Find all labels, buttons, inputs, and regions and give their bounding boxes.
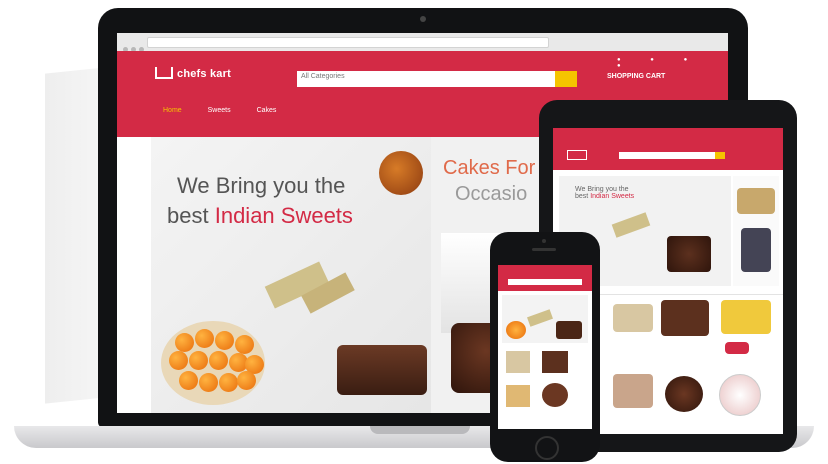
tablet-banner-text: We Bring you the best Indian Sweets [575,186,634,200]
tablet-cake-image [667,236,711,272]
tablet-banner-line2: best Indian Sweets [575,193,634,200]
phone-product-image[interactable] [506,385,530,407]
nav-cakes[interactable]: Cakes [257,107,277,114]
tablet-product-image[interactable] [613,304,653,332]
tablet-cupcake-image[interactable] [737,188,775,214]
search-category-select[interactable]: All Categories [301,73,345,80]
tablet-header [553,128,783,170]
tablet-product-image[interactable] [665,376,703,412]
ladoo-image [237,371,256,390]
site-logo[interactable]: chefs kart [155,67,231,80]
hero-line2-prefix: best [167,203,209,228]
hero2-title: Cakes For [443,157,536,179]
brownie-image [337,345,427,395]
shopping-cart-link[interactable]: SHOPPING CART [607,73,665,80]
ladoo-image [235,335,254,354]
logo-text: chefs kart [177,68,231,80]
ladoo-image [209,351,228,370]
tablet-product-image[interactable] [721,300,771,334]
phone-product-image[interactable] [542,351,568,373]
cart-logo-icon [155,67,173,79]
ladoo-image [199,373,218,392]
tablet-search-button[interactable] [715,152,725,159]
hero-headline-line1: We Bring you the [177,173,346,198]
hero-line2-highlight: Indian Sweets [214,203,353,228]
tablet-banner-prefix: best [575,193,589,200]
phone-camera [542,239,546,243]
hero-headline-line2: best Indian Sweets [167,203,353,229]
tablet-logo-icon[interactable] [567,150,587,160]
main-nav: Home Sweets Cakes [163,107,300,114]
browser-toolbar [117,33,728,52]
phone-brownie-image [556,321,582,339]
phone-speaker [532,248,556,251]
tablet-figure-cake-image[interactable] [741,228,771,272]
nav-home[interactable]: Home [163,107,182,114]
tablet-banner-line1: We Bring you the [575,186,629,193]
phone-home-button[interactable] [535,436,559,460]
ladoo-image [215,331,234,350]
ladoo-image [179,371,198,390]
phone-screen [498,265,592,429]
phone-ladoo-image [506,321,526,339]
phone-product-image[interactable] [506,351,530,373]
phone-product-image[interactable] [542,383,568,407]
tablet-product-image[interactable] [719,374,761,416]
tablet-add-button[interactable] [725,342,749,354]
laptop-camera [420,16,426,22]
gulab-jamun-image [379,151,423,195]
phone-search-input[interactable] [508,279,582,285]
tablet-product-image[interactable] [661,300,709,336]
ladoo-image [219,373,238,392]
laptop-notch [370,426,470,434]
ladoo-image [195,329,214,348]
phone-header [498,265,592,291]
ladoo-image [175,333,194,352]
ladoo-image [169,351,188,370]
hero2-subtitle: Occasio [455,183,528,205]
ladoo-image [189,351,208,370]
nav-sweets[interactable]: Sweets [208,107,231,114]
address-bar[interactable] [147,37,549,48]
header-social-icons[interactable]: ● ● ● ● [617,57,728,69]
tablet-search-input[interactable] [619,152,715,159]
search-button[interactable] [555,71,577,87]
tablet-banner-highlight: Indian Sweets [590,193,635,200]
tablet-product-image[interactable] [613,374,653,408]
